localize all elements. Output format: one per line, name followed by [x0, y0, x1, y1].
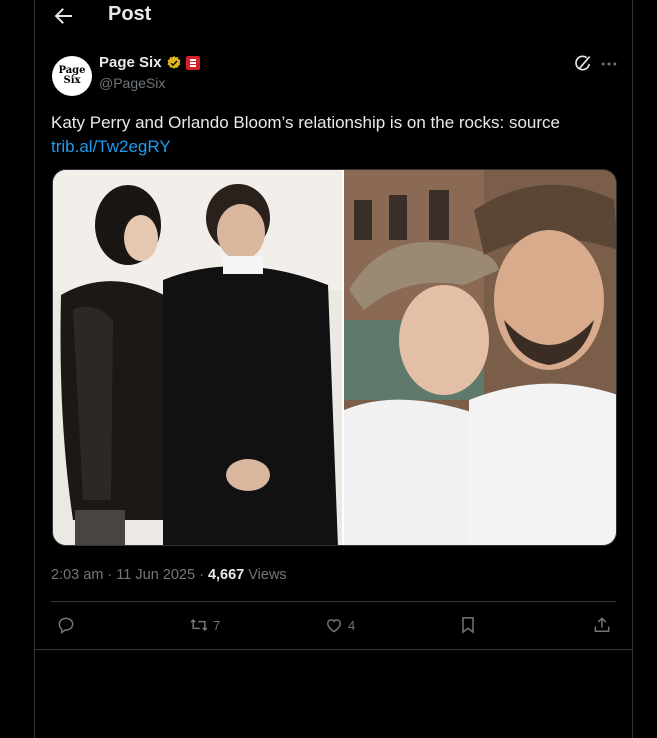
top-bar: Post: [35, 0, 632, 32]
repost-icon: [190, 618, 208, 632]
tweet-time[interactable]: 2:03 am: [51, 567, 103, 583]
avatar[interactable]: Page Six: [52, 56, 92, 96]
like-button[interactable]: 4: [324, 610, 355, 640]
reply-icon: [58, 617, 74, 634]
like-icon: [326, 619, 342, 633]
verified-badge-icon[interactable]: [166, 55, 182, 71]
actions-top-divider: [51, 601, 616, 602]
photo-right[interactable]: [344, 170, 616, 545]
post-column: Post Page Six Page Six @PageSix Katy Per…: [34, 0, 633, 738]
views-label: Views: [244, 567, 287, 583]
tweet-date[interactable]: 11 Jun 2025: [116, 567, 195, 583]
bookmark-icon: [462, 617, 474, 634]
tweet-body: Katy Perry and Orlando Bloom’s relations…: [51, 113, 560, 132]
grok-icon[interactable]: [573, 54, 593, 74]
affiliate-badge-icon[interactable]: [185, 55, 200, 70]
repost-count: 7: [213, 617, 221, 633]
tweet-media[interactable]: [52, 169, 617, 546]
meta-sep-2: ·: [195, 567, 208, 583]
tweet-link[interactable]: trib.al/Tw2egRY: [51, 135, 611, 159]
like-count: 4: [348, 617, 356, 633]
photo-left[interactable]: [53, 170, 342, 545]
views-count: 4,667: [207, 567, 245, 583]
author-name-row: Page Six: [99, 54, 200, 71]
photo-right-image: [344, 170, 616, 545]
tweet-text: Katy Perry and Orlando Bloom’s relations…: [51, 111, 611, 159]
author-handle[interactable]: @PageSix: [99, 75, 165, 91]
share-icon: [594, 617, 610, 632]
share-button[interactable]: [592, 610, 612, 640]
more-icon[interactable]: [599, 54, 619, 74]
author-display-name[interactable]: Page Six: [99, 54, 162, 71]
bookmark-button[interactable]: [458, 610, 478, 640]
post-bottom-divider: [35, 649, 632, 650]
reply-button[interactable]: [56, 610, 76, 640]
photo-left-image: [53, 170, 342, 545]
meta-sep-1: ·: [103, 567, 117, 583]
avatar-line2: Six: [63, 75, 81, 86]
page-title: Post: [108, 3, 152, 25]
tweet-meta: 2:03 am · 11 Jun 2025 · 4,667 Views: [51, 567, 287, 583]
back-arrow-icon[interactable]: [51, 4, 75, 28]
action-bar: 7 4: [35, 610, 632, 640]
repost-button[interactable]: 7: [189, 610, 220, 640]
